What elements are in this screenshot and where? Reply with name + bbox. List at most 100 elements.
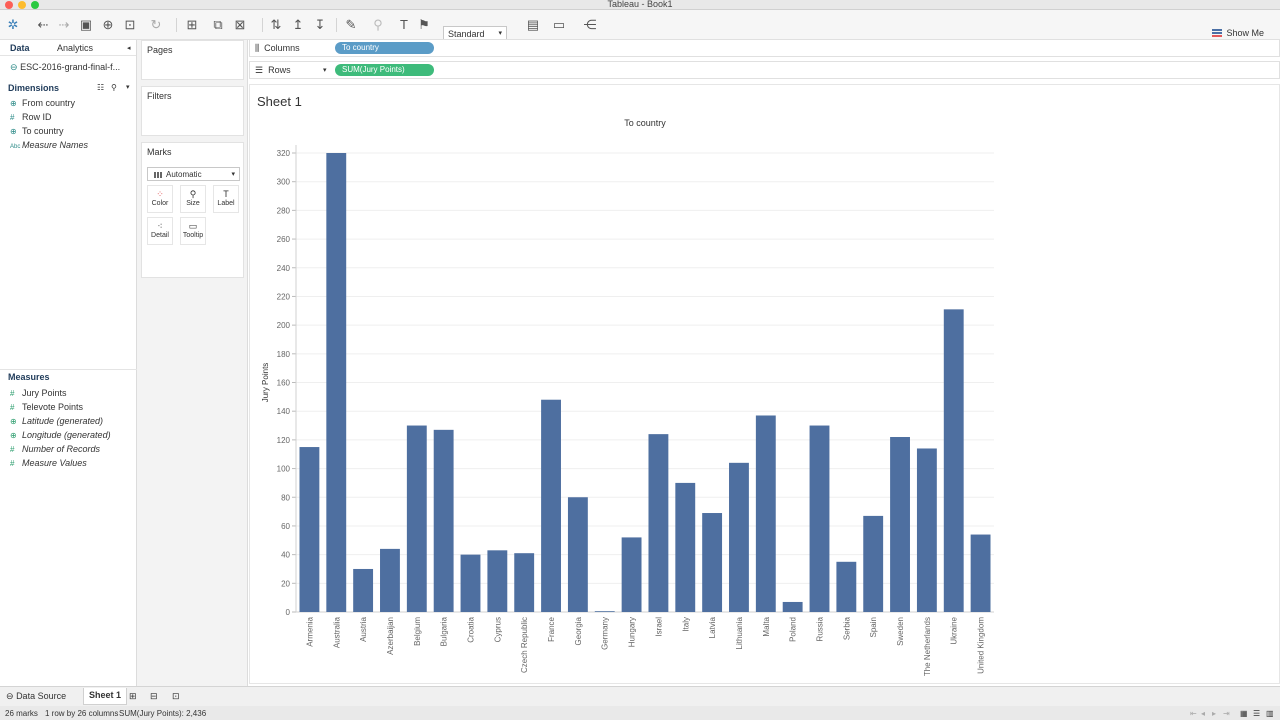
y-tick-label: 80 <box>281 493 290 502</box>
detail-button[interactable]: ⁖ Detail <box>147 217 173 245</box>
nav-next-icon[interactable]: ▸ <box>1212 709 1216 718</box>
bar <box>916 448 937 612</box>
tableau-logo-icon[interactable]: ✲ <box>5 17 21 33</box>
new-worksheet-icon[interactable]: ⊞ <box>184 17 200 33</box>
columns-shelf[interactable]: ⫼ Columns To country <box>249 39 1280 57</box>
share-icon[interactable]: ⋲ <box>582 17 598 33</box>
bar <box>648 434 669 612</box>
x-tick-label: United Kingdom <box>977 617 986 674</box>
x-tick-label: The Netherlands <box>923 617 932 676</box>
view-toggle-icon[interactable]: ☷ <box>97 83 104 92</box>
pane-divider[interactable] <box>0 369 137 370</box>
search-icon[interactable]: ⚲ <box>111 83 117 92</box>
presentation-mode-icon[interactable]: ▭ <box>551 17 567 33</box>
sort-descending-icon[interactable]: ↧ <box>312 17 328 33</box>
redo-icon[interactable]: ⇢ <box>56 17 72 33</box>
window-titlebar: Tableau - Book1 <box>0 0 1280 10</box>
x-tick-label: Serbia <box>842 616 851 640</box>
collapse-pane-icon[interactable]: ◂ <box>127 44 131 52</box>
measure-measure-values[interactable]: # Measure Values <box>10 458 87 468</box>
color-button[interactable]: ⁘ Color <box>147 185 173 213</box>
nav-first-icon[interactable]: ⇤ <box>1190 709 1197 718</box>
detail-icon: ⁖ <box>157 221 163 231</box>
group-members-icon[interactable]: ⚲ <box>370 17 386 33</box>
new-data-source-icon[interactable]: ⊕ <box>100 17 116 33</box>
pause-updates-icon[interactable]: ⊡ <box>122 17 138 33</box>
new-dashboard-icon[interactable]: ⊟ <box>150 691 158 702</box>
bar <box>809 425 830 612</box>
fix-axes-icon[interactable]: ⚑ <box>416 17 432 33</box>
rows-shelf[interactable]: ☰ Rows ▾ SUM(Jury Points) <box>249 61 1280 79</box>
bar <box>943 309 964 612</box>
filmstrip-view-icon[interactable]: ▥ <box>1266 709 1274 718</box>
measure-latitude[interactable]: ⊕ Latitude (generated) <box>10 416 103 426</box>
status-dimensions: 1 row by 26 columns <box>45 709 119 718</box>
x-tick-label: Latvia <box>708 616 717 638</box>
dimension-measure-names[interactable]: Abc Measure Names <box>10 140 88 150</box>
chevron-down-icon[interactable]: ▾ <box>323 66 327 74</box>
measure-televote-points[interactable]: # Televote Points <box>10 402 83 412</box>
x-tick-label: Cyprus <box>493 617 502 642</box>
main-toolbar: ✲ ⇠ ⇢ ▣ ⊕ ⊡ ↻ ⊞ ⧉ ⊠ ⇅ ↥ ↧ ✎ ⚲ T ⚑ Standa… <box>0 10 1280 42</box>
label-button[interactable]: T Label <box>213 185 239 213</box>
rows-label-text: Rows <box>268 65 291 75</box>
refresh-icon[interactable]: ↻ <box>148 17 164 33</box>
bar-chart: To country 0 20 40 60 80 100 120 140 160 180 200 220… <box>261 118 994 676</box>
sheet-tabs-bar: ⊖ Data Source Sheet 1 ⊞ ⊟ ⊡ <box>0 686 1280 706</box>
duplicate-sheet-icon[interactable]: ⧉ <box>210 17 226 33</box>
bar <box>863 515 884 612</box>
globe-icon: ⊕ <box>10 127 17 136</box>
hash-icon: # <box>10 445 15 454</box>
chevron-down-icon: ▾ <box>231 171 235 178</box>
x-tick-label: Bulgaria <box>440 616 449 646</box>
clear-sheet-icon[interactable]: ⊠ <box>232 17 248 33</box>
pages-card[interactable]: Pages <box>141 40 244 80</box>
dimension-from-country[interactable]: ⊕ From country <box>10 98 75 108</box>
show-me-button[interactable]: Show Me <box>1212 28 1264 38</box>
new-worksheet-icon[interactable]: ⊞ <box>129 691 137 702</box>
dimension-row-id[interactable]: # Row ID <box>10 112 52 122</box>
mark-type-value: Automatic <box>166 170 202 179</box>
chart-title: To country <box>624 118 666 128</box>
columns-pill-to-country[interactable]: To country <box>335 42 434 54</box>
measure-jury-points[interactable]: # Jury Points <box>10 388 67 398</box>
y-tick-label: 40 <box>281 551 290 560</box>
globe-icon: ⊕ <box>10 99 17 108</box>
database-icon: ⊖ <box>10 62 18 72</box>
y-tick-label: 320 <box>277 149 291 158</box>
data-source-item[interactable]: ⊖ ESC-2016-grand-final-f... <box>10 62 120 73</box>
y-tick-label: 100 <box>277 465 291 474</box>
tab-data[interactable]: Data <box>10 43 30 53</box>
rows-pill-sum-jury-points[interactable]: SUM(Jury Points) <box>335 64 434 76</box>
highlight-icon[interactable]: ✎ <box>343 17 359 33</box>
abc-icon: Abc <box>10 144 21 150</box>
show-mark-labels-icon[interactable]: T <box>396 17 412 33</box>
tooltip-button[interactable]: ▭ Tooltip <box>180 217 206 245</box>
show-cards-icon[interactable]: ▤ <box>525 17 541 33</box>
bar <box>380 548 400 612</box>
bar <box>594 611 615 612</box>
nav-last-icon[interactable]: ⇥ <box>1223 709 1230 718</box>
tab-analytics[interactable]: Analytics <box>57 43 93 53</box>
measure-longitude[interactable]: ⊕ Longitude (generated) <box>10 430 111 440</box>
measure-number-of-records[interactable]: # Number of Records <box>10 444 100 454</box>
x-tick-label: Poland <box>789 617 798 642</box>
dimension-to-country[interactable]: ⊕ To country <box>10 126 64 136</box>
data-source-tab[interactable]: ⊖ Data Source <box>6 691 66 702</box>
grid-view-icon[interactable]: ▦ <box>1240 709 1248 718</box>
color-label: Color <box>151 200 169 207</box>
sheet-tab-sheet1[interactable]: Sheet 1 <box>83 688 128 705</box>
mark-type-select[interactable]: Automatic ▾ <box>147 167 240 181</box>
new-story-icon[interactable]: ⊡ <box>172 691 180 702</box>
nav-prev-icon[interactable]: ◂ <box>1201 709 1205 718</box>
swap-rows-columns-icon[interactable]: ⇅ <box>268 17 284 33</box>
save-icon[interactable]: ▣ <box>78 17 94 33</box>
sort-ascending-icon[interactable]: ↥ <box>290 17 306 33</box>
undo-icon[interactable]: ⇠ <box>35 17 51 33</box>
list-view-icon[interactable]: ☰ <box>1253 709 1260 718</box>
y-tick-label: 20 <box>281 579 290 588</box>
filters-card[interactable]: Filters <box>141 86 244 136</box>
chevron-down-icon[interactable]: ▾ <box>126 83 130 91</box>
size-button[interactable]: ⚲ Size <box>180 185 206 213</box>
bar <box>326 153 347 612</box>
